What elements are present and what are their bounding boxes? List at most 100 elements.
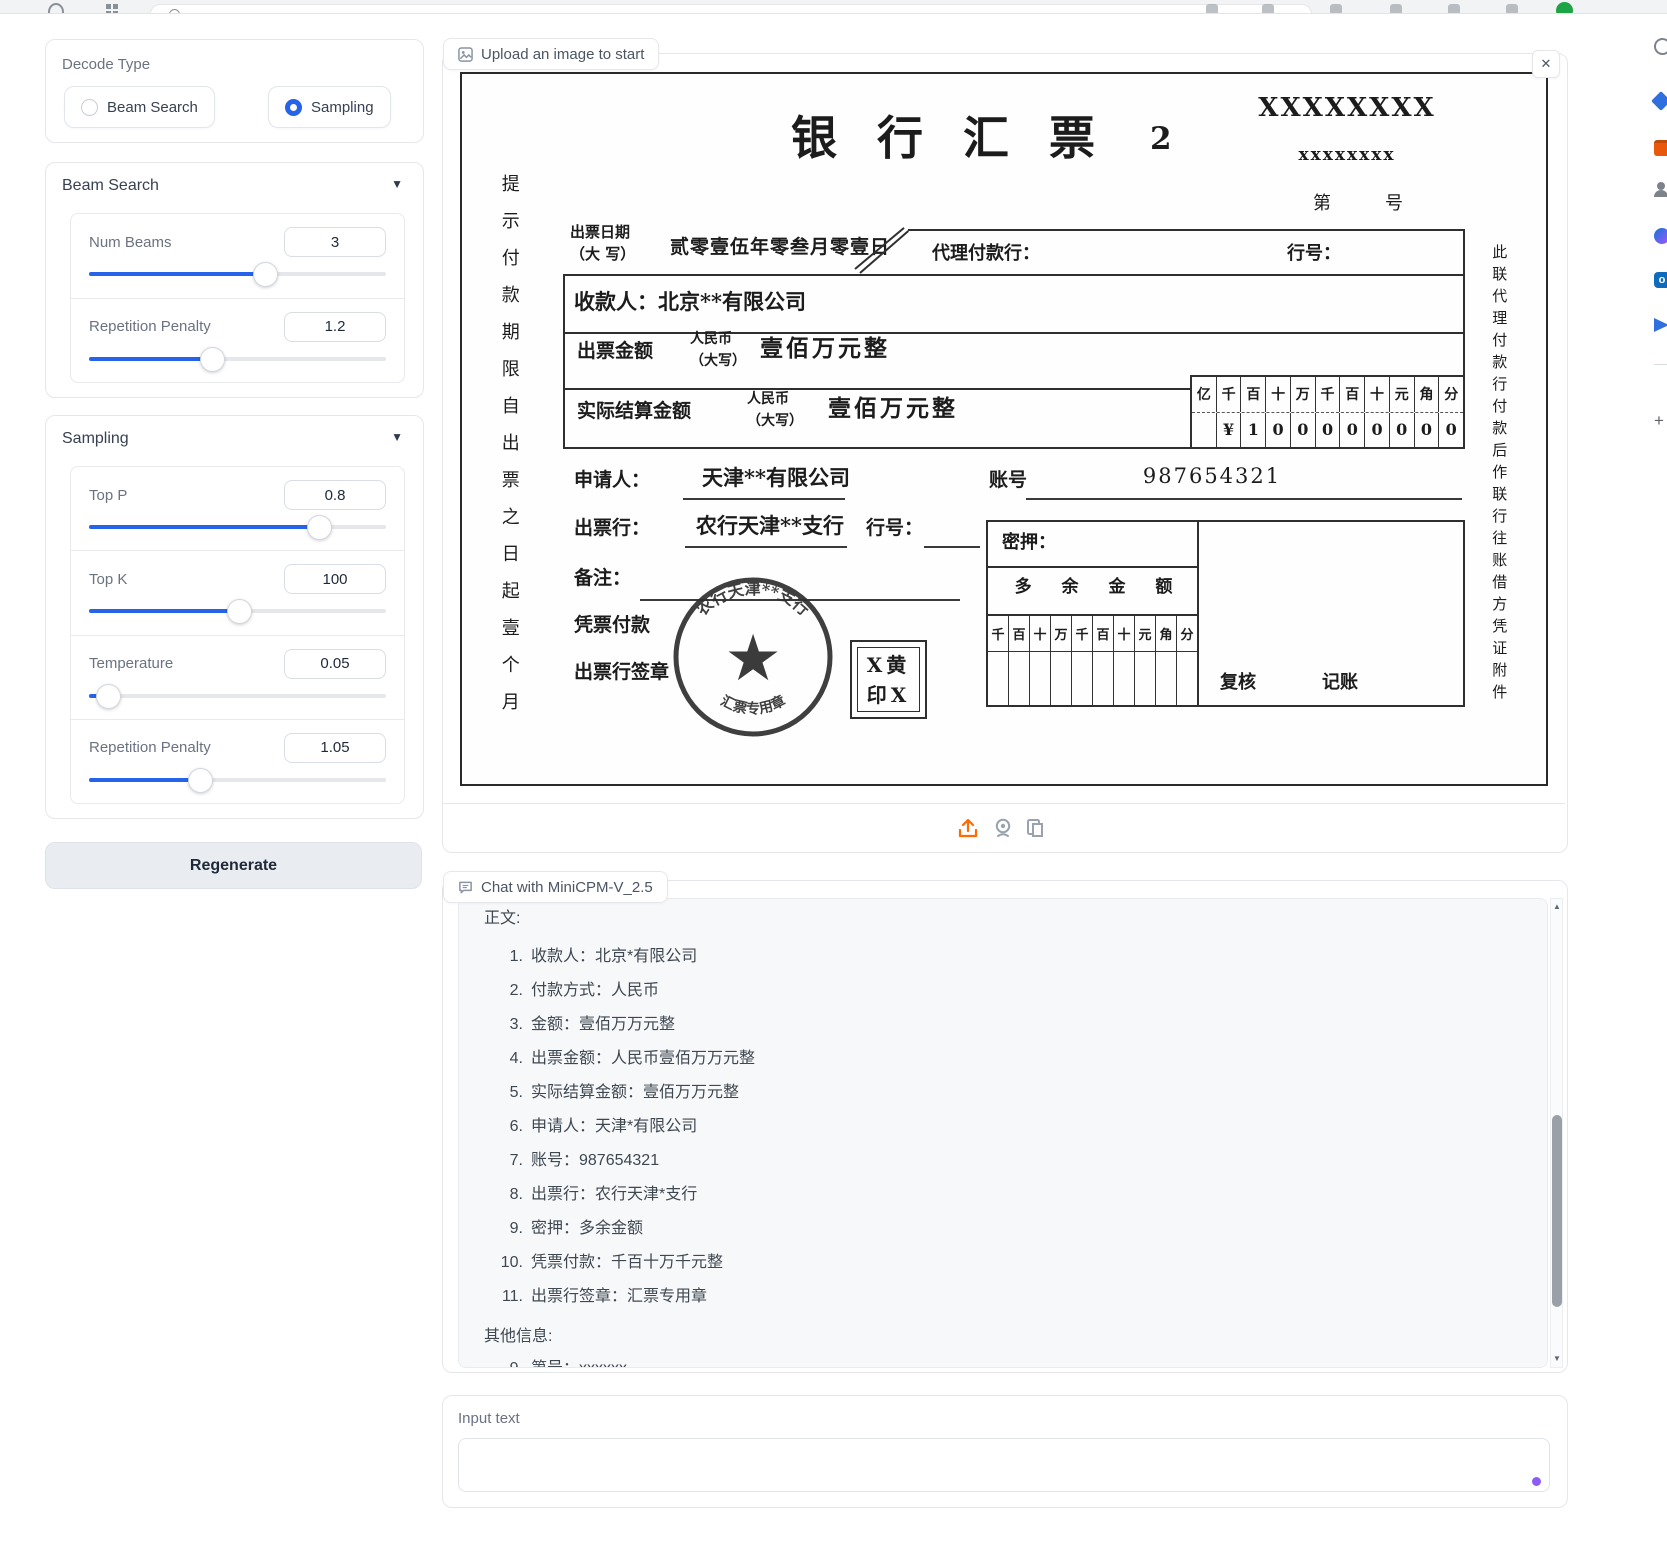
extensions-icon[interactable] — [1330, 4, 1342, 14]
site-info-icon[interactable] — [169, 9, 180, 14]
slider-handle[interactable] — [188, 768, 213, 793]
param-number-input[interactable]: 100 — [284, 564, 386, 594]
favorites-icon[interactable] — [1262, 4, 1274, 14]
slider-handle[interactable] — [227, 599, 252, 624]
param-row: Num Beams 3 — [71, 214, 404, 298]
param-slider[interactable] — [89, 525, 386, 529]
slider-handle[interactable] — [253, 262, 278, 287]
param-slider[interactable] — [89, 609, 386, 613]
upload-icon[interactable] — [957, 817, 979, 839]
chat-list-item: 10. 凭票付款：千百十万千元整 — [493, 1252, 1527, 1274]
draft-remark-label: 备注： — [574, 568, 631, 590]
param-number-input[interactable]: 3 — [284, 227, 386, 257]
chat-item-number: 3. — [493, 1014, 523, 1036]
param-slider[interactable] — [89, 778, 386, 782]
chat-input-textarea[interactable] — [458, 1438, 1550, 1492]
split-screen-icon[interactable] — [1390, 4, 1402, 14]
regenerate-button[interactable]: Regenerate — [45, 842, 422, 889]
draft-payee-value: 北京**有限公司 — [658, 289, 806, 314]
page: o + Decode Type Beam Search Sampling Bea… — [0, 0, 1667, 1542]
param-number-input[interactable]: 1.05 — [284, 733, 386, 763]
address-bar[interactable] — [150, 4, 1312, 14]
grid-empty-cell — [1135, 652, 1156, 705]
slider-fill — [89, 778, 199, 782]
grid-header-cell: 十 — [1030, 616, 1051, 651]
param-slider[interactable] — [89, 694, 386, 698]
draft-underline — [683, 498, 845, 500]
scroll-down-icon[interactable]: ▼ — [1552, 1354, 1562, 1363]
draft-underline — [685, 546, 847, 548]
draft-account-value: 987654321 — [1102, 464, 1322, 488]
draft-password-label: 密押： — [1002, 533, 1056, 554]
sidebar-search-icon[interactable] — [1654, 38, 1667, 55]
draft-currency-label2: （大写） — [747, 413, 803, 429]
sidebar-send-icon[interactable] — [1654, 318, 1667, 332]
grid-header-cell: 万 — [1291, 377, 1316, 412]
chevron-down-icon[interactable]: ▼ — [391, 430, 403, 444]
grid-header-cell: 十 — [1114, 616, 1135, 651]
image-panel-tab: Upload an image to start — [443, 38, 659, 70]
scroll-up-icon[interactable]: ▲ — [1552, 902, 1562, 911]
param-number-input[interactable]: 0.05 — [284, 649, 386, 679]
chat-ordered-list: 1. 收款人：北京*有限公司 2. 付款方式：人民币 3. 金额：壹佰万万元整 … — [484, 946, 1527, 1308]
chat-item-text: 申请人：天津*有限公司 — [531, 1116, 697, 1138]
beam-search-accordion-title[interactable]: Beam Search — [62, 177, 159, 195]
draft-issue-date-label1: 出票日期 — [570, 224, 630, 241]
sidebar-outlook-icon[interactable]: o — [1654, 272, 1667, 288]
draft-line — [563, 274, 1465, 276]
sidebar-shopping-icon[interactable] — [1654, 140, 1667, 156]
radio-beam-search[interactable]: Beam Search — [64, 86, 215, 128]
chat-list-item: 2. 付款方式：人民币 — [493, 980, 1527, 1002]
radio-off-icon[interactable] — [81, 99, 98, 116]
draft-drawer-value: 农行天津**支行 — [696, 514, 844, 538]
close-icon: ✕ — [1541, 56, 1552, 72]
slider-handle[interactable] — [307, 515, 332, 540]
profile-icon[interactable] — [1448, 4, 1460, 14]
chat-item-number: 9. — [493, 1218, 523, 1240]
param-slider[interactable] — [89, 357, 386, 361]
sidebar-games-icon[interactable] — [1654, 182, 1667, 197]
draft-currency-label1: 人民币 — [747, 391, 789, 407]
image-icon — [458, 47, 473, 62]
radio-on-icon[interactable] — [285, 99, 302, 116]
sampling-accordion: Sampling ▼ Top P 0.8 Top K — [45, 415, 424, 819]
draft-line — [1197, 520, 1199, 707]
chat-item-number: 2. — [493, 980, 523, 1002]
slider-handle[interactable] — [96, 684, 121, 709]
grid-digit-cell: ¥ — [1217, 413, 1242, 448]
sidebar-copilot-icon[interactable] — [1654, 228, 1667, 244]
webcam-icon[interactable] — [992, 817, 1014, 839]
sidebar-bookmark-icon[interactable] — [1651, 91, 1667, 111]
chat-item-text: 实际结算金额：壹佰万万元整 — [531, 1082, 739, 1104]
draft-applicant-label: 申请人： — [574, 470, 650, 492]
paste-icon[interactable] — [1024, 817, 1046, 839]
draft-left-margin-text: 提示付款期限自出票之日起壹个月 — [498, 174, 519, 734]
menu-icon[interactable] — [1506, 4, 1518, 14]
chat-panel-tab-label: Chat with MiniCPM-V_2.5 — [481, 879, 653, 896]
slider-fill — [89, 609, 238, 613]
chat-item-number: 6. — [493, 1116, 523, 1138]
draft-book-label: 记账 — [1322, 673, 1358, 694]
history-icon[interactable] — [48, 3, 64, 14]
slider-handle[interactable] — [200, 347, 225, 372]
decode-type-label: Decode Type — [62, 56, 150, 73]
sidebar-add-icon[interactable]: + — [1654, 412, 1664, 429]
param-number-input[interactable]: 1.2 — [284, 312, 386, 342]
chat-scrollbar-thumb[interactable] — [1552, 1115, 1562, 1307]
download-icon[interactable] — [1206, 4, 1218, 14]
chevron-down-icon[interactable]: ▼ — [391, 177, 403, 191]
chat-item-text: 付款方式：人民币 — [531, 980, 659, 1002]
sampling-accordion-title[interactable]: Sampling — [62, 430, 129, 448]
grid-header-cell: 千 — [988, 616, 1009, 651]
draft-no-suffix: 号 — [1385, 194, 1403, 215]
param-slider[interactable] — [89, 272, 386, 276]
apps-grid-icon[interactable] — [106, 4, 118, 14]
extension-badge-icon[interactable] — [1556, 2, 1573, 14]
clear-image-button[interactable]: ✕ — [1532, 50, 1560, 78]
chat-item-text: 密押：多余金额 — [531, 1218, 643, 1240]
draft-copy-number: 2 — [1150, 122, 1172, 158]
chat-list-item: 7. 账号：987654321 — [493, 1150, 1527, 1172]
radio-sampling[interactable]: Sampling — [268, 86, 391, 128]
param-number-input[interactable]: 0.8 — [284, 480, 386, 510]
chat-item-number: 9. — [493, 1358, 523, 1368]
